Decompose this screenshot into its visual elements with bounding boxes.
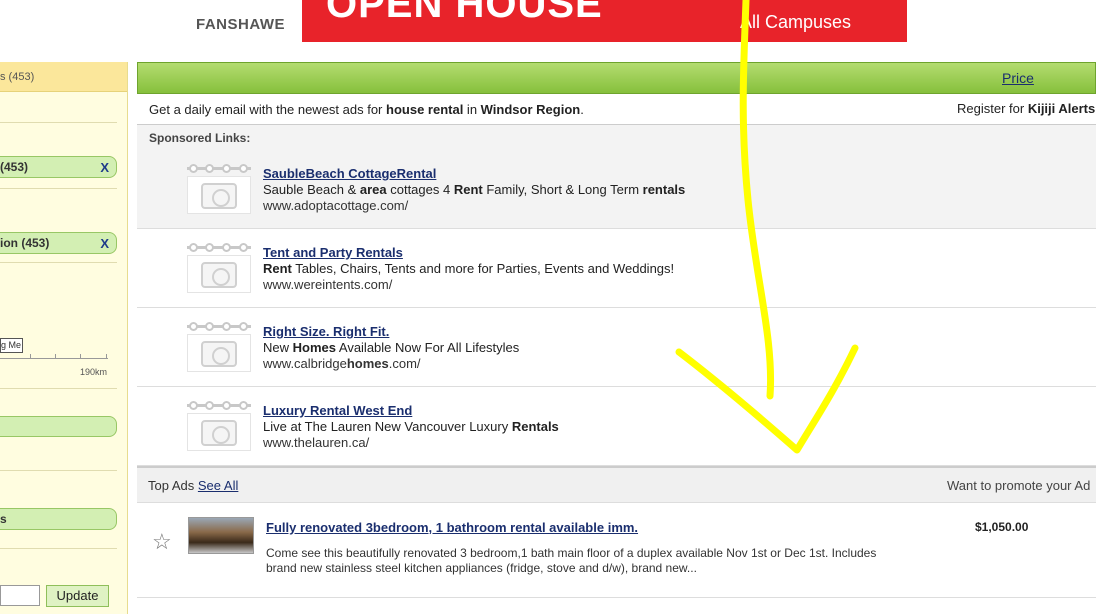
ad-listing: ☆ Fully renovated 3bedroom, 1 bathroom r… (137, 503, 1096, 598)
divider (0, 122, 117, 123)
sidebar-header: s (453) (0, 62, 127, 92)
sponsored-item: Luxury Rental West End Live at The Laure… (137, 387, 1096, 466)
alert-region: Windsor Region (480, 102, 581, 117)
divider (0, 262, 117, 263)
sponsored-url[interactable]: www.adoptacottage.com/ (263, 198, 685, 214)
sponsored-url[interactable]: www.thelauren.ca/ (263, 435, 559, 451)
alert-text: in (463, 102, 481, 117)
banner-brand: FANSHAWE (178, 0, 302, 42)
camera-placeholder-icon (187, 322, 251, 372)
camera-placeholder-icon (187, 164, 251, 214)
favorite-star-icon[interactable]: ☆ (152, 529, 172, 555)
remove-filter-button[interactable]: X (100, 236, 109, 251)
camera-placeholder-icon (187, 243, 251, 293)
slider-tick (55, 354, 56, 359)
banner-headline: OPEN HOUSE (326, 0, 603, 26)
brand-text: FANSHAWE (196, 16, 286, 33)
top-ads-bar: Top Ads See All Want to promote your Ad (137, 466, 1096, 503)
ad-title-link[interactable]: Fully renovated 3bedroom, 1 bathroom ren… (266, 520, 638, 535)
register-alerts-link[interactable]: Register for Kijiji Alerts (957, 101, 1095, 116)
distance-slider[interactable] (0, 358, 108, 359)
ad-photo[interactable] (188, 517, 254, 554)
divider (0, 388, 117, 389)
register-text: Register for (957, 101, 1028, 116)
alert-bar: Get a daily email with the newest ads fo… (137, 94, 1096, 125)
slider-tick (80, 354, 81, 359)
sponsored-desc: New Homes Available Now For All Lifestyl… (263, 340, 520, 355)
alert-message: Get a daily email with the newest ads fo… (149, 102, 584, 117)
sponsored-url[interactable]: www.wereintents.com/ (263, 277, 674, 293)
slider-tick (106, 354, 107, 359)
filter-pill-2[interactable]: ion (453) X (0, 232, 117, 254)
filter-pill-label: s (0, 512, 7, 526)
banner-subtitle: All Campuses (740, 12, 852, 32)
sponsored-desc: Live at The Lauren New Vancouver Luxury … (263, 419, 559, 434)
sponsored-title-link[interactable]: SaubleBeach CottageRental (263, 166, 685, 182)
slider-tick (30, 354, 31, 359)
slider-max-label: 190km (80, 367, 108, 377)
ad-price: $1,050.00 (975, 520, 1029, 534)
sort-bar: Price (137, 62, 1096, 94)
sponsored-url[interactable]: www.calbridgehomes.com/ (263, 356, 519, 372)
sidebar: s (453) (453) X ion (453) X g Me 190km s… (0, 62, 128, 614)
sponsored-heading: Sponsored Links: (137, 125, 1096, 150)
sponsored-title-link[interactable]: Tent and Party Rentals (263, 245, 674, 261)
register-bold: Kijiji Alerts (1027, 101, 1096, 116)
filter-pill-label: (453) (0, 160, 29, 174)
sponsored-desc: Sauble Beach & area cottages 4 Rent Fami… (263, 182, 686, 197)
remove-filter-button[interactable]: X (100, 160, 109, 175)
top-ads-label: Top Ads See All (148, 478, 238, 493)
camera-placeholder-icon (187, 401, 251, 451)
see-all-link[interactable]: See All (198, 478, 238, 493)
banner-red-panel: OPEN HOUSE All Campuses (302, 0, 907, 42)
sponsored-item: Tent and Party Rentals Rent Tables, Chai… (137, 229, 1096, 308)
update-button[interactable]: Update (46, 585, 109, 607)
ad-description: Come see this beautifully renovated 3 be… (266, 546, 877, 575)
sponsored-item: Right Size. Right Fit. New Homes Availab… (137, 308, 1096, 387)
divider (0, 470, 117, 471)
alert-text: Get a daily email with the newest ads fo… (149, 102, 387, 117)
filter-pill-3[interactable] (0, 416, 117, 437)
sponsored-desc: Rent Tables, Chairs, Tents and more for … (263, 261, 675, 276)
alert-text: . (580, 102, 584, 117)
divider (0, 188, 117, 189)
sort-price-link[interactable]: Price (1002, 70, 1034, 86)
sponsored-item: SaubleBeach CottageRental Sauble Beach &… (137, 150, 1096, 229)
sponsored-title-link[interactable]: Luxury Rental West End (263, 403, 559, 419)
price-input[interactable] (0, 585, 40, 606)
sponsored-title-link[interactable]: Right Size. Right Fit. (263, 324, 519, 340)
filter-pill-label: ion (453) (0, 236, 50, 250)
top-ads-title: Top Ads (148, 478, 195, 493)
filter-pill-1[interactable]: (453) X (0, 156, 117, 178)
main-content: Price Get a daily email with the newest … (137, 62, 1096, 598)
divider (0, 548, 117, 549)
filter-pill-4[interactable]: s (0, 508, 117, 530)
alert-term: house rental (386, 102, 464, 117)
promote-ad-link[interactable]: Want to promote your Ad (947, 478, 1090, 493)
page: FANSHAWE OPEN HOUSE All Campuses s (453)… (0, 0, 1096, 614)
banner-ad[interactable]: FANSHAWE OPEN HOUSE All Campuses (178, 0, 907, 42)
near-me-button[interactable]: g Me (0, 338, 23, 353)
